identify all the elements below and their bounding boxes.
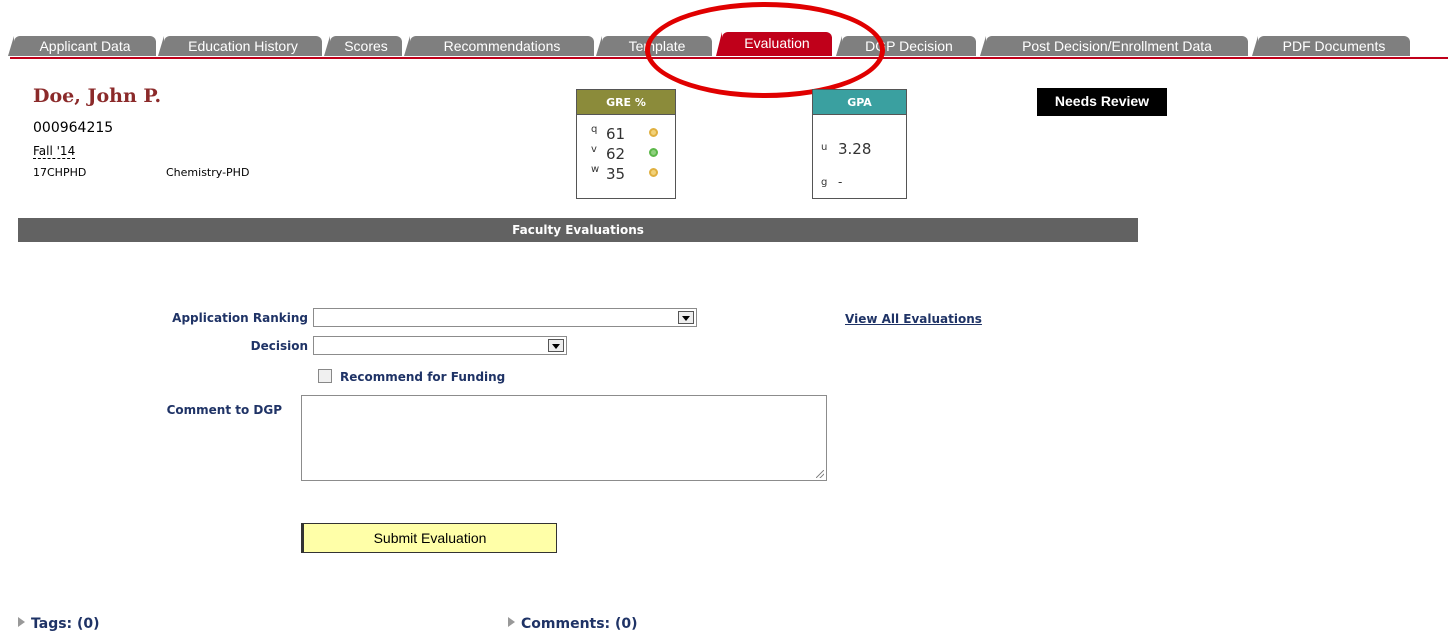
faculty-evaluations-header: Faculty Evaluations [18, 218, 1138, 242]
tags-label: Tags: (0) [31, 616, 100, 632]
gre-w-label: w [591, 164, 600, 175]
tab-post-decision-enrollment[interactable]: Post Decision/Enrollment Data [980, 36, 1248, 56]
gre-q-status-dot [649, 128, 658, 137]
program-code: 17CHPHD [33, 166, 87, 179]
gpa-header: GPA [813, 90, 906, 115]
decision-label: Decision [250, 339, 308, 353]
tab-bar: Applicant Data Education History Scores … [0, 0, 1448, 64]
recommend-funding-checkbox[interactable] [318, 369, 332, 383]
chevron-down-icon[interactable] [548, 339, 564, 352]
tab-education-history[interactable]: Education History [158, 36, 322, 56]
recommend-funding-label: Recommend for Funding [340, 370, 506, 384]
gre-q-label: q [591, 124, 598, 135]
comments-toggle[interactable]: Comments: (0) [508, 616, 638, 632]
ranking-label: Application Ranking [172, 311, 308, 325]
applicant-term: Fall '14 [33, 144, 76, 159]
tab-pdf-documents[interactable]: PDF Documents [1252, 36, 1410, 56]
tab-underline [10, 57, 1448, 59]
gre-w-value: 35 [606, 165, 626, 183]
tab-dgp-decision[interactable]: DGP Decision [836, 36, 976, 56]
comment-label: Comment to DGP [166, 403, 282, 417]
tags-toggle[interactable]: Tags: (0) [18, 616, 100, 632]
tab-applicant-data[interactable]: Applicant Data [8, 36, 156, 56]
program-name: Chemistry-PHD [166, 166, 250, 179]
decision-select[interactable] [313, 336, 567, 355]
gpa-u-value: 3.28 [838, 140, 872, 158]
chevron-down-icon[interactable] [678, 311, 694, 324]
submit-evaluation-button[interactable]: Submit Evaluation [301, 523, 557, 553]
gre-v-label: v [591, 144, 597, 155]
gpa-score-box: GPA u 3.28 g - [812, 89, 907, 199]
applicant-name: Doe, John P. [33, 85, 162, 107]
applicant-id: 000964215 [33, 120, 114, 136]
gre-v-value: 62 [606, 145, 626, 163]
view-all-evaluations-link[interactable]: View All Evaluations [845, 312, 982, 326]
tab-template[interactable]: Template [596, 36, 712, 56]
gpa-g-label: g [821, 177, 828, 188]
gre-q-value: 61 [606, 125, 626, 143]
gpa-u-label: u [821, 142, 828, 153]
tab-recommendations[interactable]: Recommendations [404, 36, 594, 56]
tab-evaluation[interactable]: Evaluation [716, 32, 832, 56]
expand-triangle-icon [508, 617, 515, 627]
expand-triangle-icon [18, 617, 25, 627]
gre-header: GRE % [577, 90, 675, 115]
resize-grip-icon[interactable] [816, 470, 824, 478]
gre-w-status-dot [649, 168, 658, 177]
gpa-g-value: - [838, 175, 843, 189]
gre-v-status-dot [649, 148, 658, 157]
tab-scores[interactable]: Scores [324, 36, 402, 56]
gre-score-box: GRE % q 61 v 62 w 35 [576, 89, 676, 199]
status-badge: Needs Review [1037, 88, 1167, 116]
comment-textarea[interactable] [301, 395, 827, 481]
comments-label: Comments: (0) [521, 616, 638, 632]
ranking-select[interactable] [313, 308, 697, 327]
